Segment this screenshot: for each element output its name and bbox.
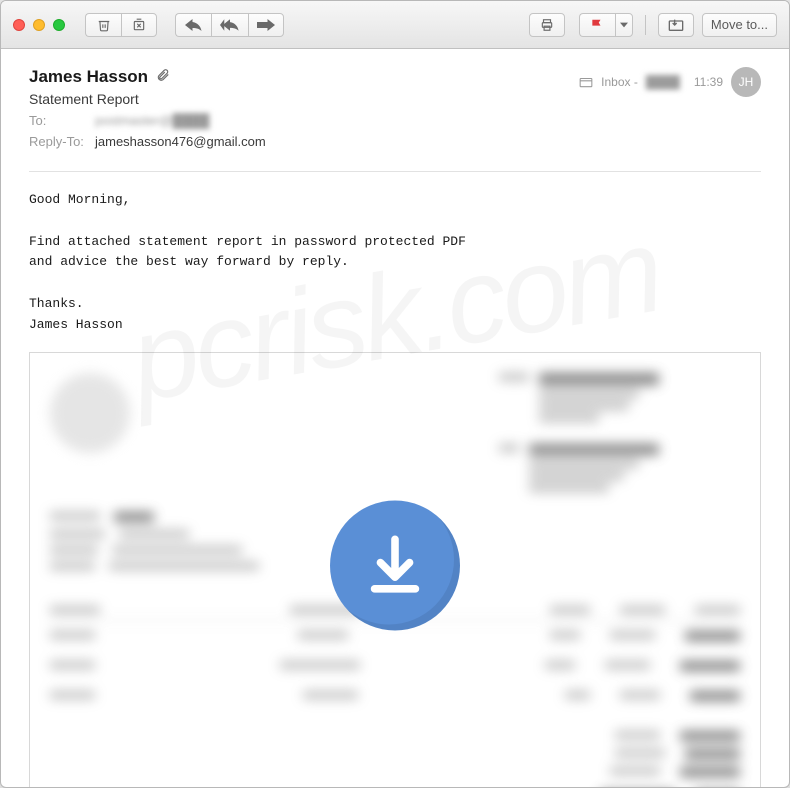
to-label: To: bbox=[29, 113, 89, 128]
trash-button[interactable] bbox=[85, 13, 121, 37]
titlebar: Move to... bbox=[1, 1, 789, 49]
reply-to-value: jameshasson476@gmail.com bbox=[95, 134, 266, 149]
mailbox-value: ████ bbox=[646, 75, 680, 89]
flag-menu-button[interactable] bbox=[615, 13, 633, 37]
message-actions-group bbox=[85, 13, 157, 37]
mailbox-icon bbox=[579, 76, 593, 88]
time: 11:39 bbox=[694, 75, 723, 89]
maximize-window-button[interactable] bbox=[53, 19, 65, 31]
attachment-icon bbox=[156, 68, 170, 87]
move-to-button[interactable]: Move to... bbox=[702, 13, 777, 37]
reply-all-button[interactable] bbox=[211, 13, 248, 37]
move-to-label: Move to... bbox=[711, 17, 768, 32]
window-controls bbox=[13, 19, 65, 31]
minimize-window-button[interactable] bbox=[33, 19, 45, 31]
close-window-button[interactable] bbox=[13, 19, 25, 31]
avatar: JH bbox=[731, 67, 761, 97]
to-value: postmaster@████ bbox=[95, 113, 209, 128]
move-icon bbox=[668, 18, 684, 32]
reply-to-label: Reply-To: bbox=[29, 134, 89, 149]
move-icon-button[interactable] bbox=[658, 13, 694, 37]
flag-button[interactable] bbox=[579, 13, 615, 37]
junk-icon bbox=[132, 18, 146, 32]
reply-button[interactable] bbox=[175, 13, 211, 37]
junk-button[interactable] bbox=[121, 13, 157, 37]
print-icon bbox=[539, 18, 555, 32]
toolbar-divider bbox=[645, 15, 646, 35]
attachment-preview[interactable] bbox=[29, 352, 761, 787]
to-row: To: postmaster@████ bbox=[29, 113, 761, 128]
header-meta: Inbox - ████ 11:39 JH bbox=[579, 67, 761, 97]
reply-icon bbox=[185, 19, 203, 31]
mailbox-label: Inbox - bbox=[601, 75, 638, 89]
forward-icon bbox=[257, 19, 275, 31]
message-header: James Hasson Statement Report To: postma… bbox=[1, 49, 789, 159]
from-name: James Hasson bbox=[29, 67, 148, 87]
reply-all-icon bbox=[220, 19, 240, 31]
flag-group bbox=[579, 13, 633, 37]
flag-icon bbox=[590, 18, 604, 32]
avatar-initials: JH bbox=[739, 75, 754, 89]
forward-button[interactable] bbox=[248, 13, 284, 37]
mail-window: Move to... James Hasson Statement Report… bbox=[0, 0, 790, 788]
body-text: Good Morning, Find attached statement re… bbox=[29, 190, 761, 336]
trash-icon bbox=[97, 18, 111, 32]
download-icon bbox=[330, 500, 460, 630]
reply-group bbox=[175, 13, 284, 37]
chevron-down-icon bbox=[620, 22, 628, 28]
reply-to-row: Reply-To: jameshasson476@gmail.com bbox=[29, 134, 761, 149]
message-body: Good Morning, Find attached statement re… bbox=[1, 172, 789, 787]
print-button[interactable] bbox=[529, 13, 565, 37]
